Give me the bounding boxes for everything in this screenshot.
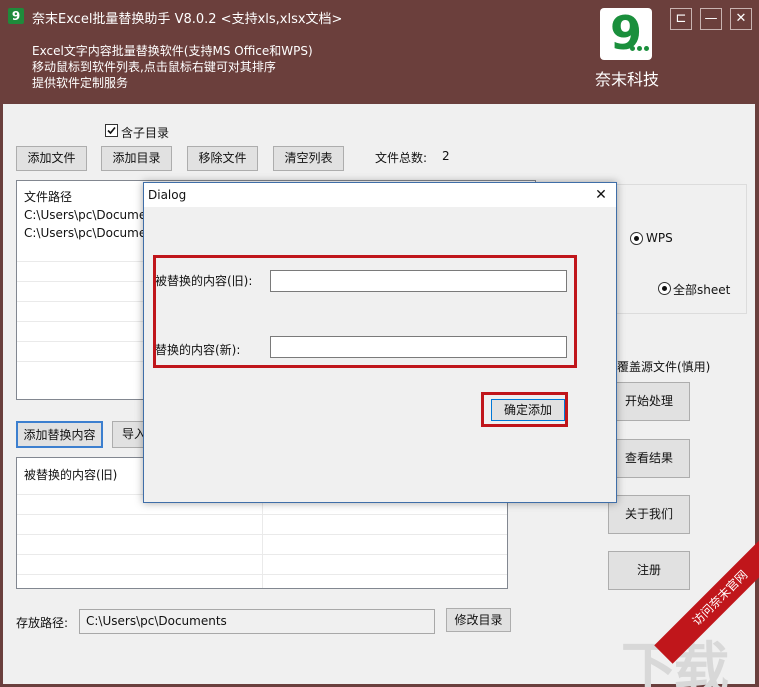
description-line-1: Excel文字内容批量替换软件(支持MS Office和WPS) xyxy=(32,44,313,58)
about-us-button[interactable]: 关于我们 xyxy=(608,495,690,534)
view-results-button[interactable]: 查看结果 xyxy=(608,439,690,478)
clear-list-button[interactable]: 清空列表 xyxy=(273,146,344,171)
add-file-button[interactable]: 添加文件 xyxy=(16,146,87,171)
file-list-row[interactable]: C:\Users\pc\Documen xyxy=(24,208,154,222)
file-total-value: 2 xyxy=(442,149,450,163)
overwrite-source-label[interactable]: 覆盖源文件(慎用) xyxy=(617,358,710,375)
dialog-title-bar: Dialog ✕ xyxy=(144,183,616,207)
all-sheet-radio-label: 全部sheet xyxy=(673,283,731,297)
file-list-row[interactable]: C:\Users\pc\Documen xyxy=(24,226,154,240)
close-icon: ✕ xyxy=(735,11,747,26)
logo-dot-1 xyxy=(630,46,635,51)
register-button[interactable]: 注册 xyxy=(608,551,690,590)
file-total-label: 文件总数: xyxy=(375,151,428,165)
highlight-box xyxy=(153,255,577,368)
brand-logo: 9 xyxy=(600,8,652,60)
app-icon: 9 xyxy=(8,8,24,24)
add-replace-content-button[interactable]: 添加替换内容 xyxy=(16,421,103,448)
close-icon: ✕ xyxy=(595,187,607,203)
radio-dot-icon xyxy=(662,286,667,291)
window-title: 奈末Excel批量替换助手 V8.0.2 <支持xls,xlsx文档> xyxy=(32,12,343,27)
all-sheet-radio[interactable] xyxy=(658,282,671,295)
radio-dot-icon xyxy=(634,236,639,241)
add-replace-dialog: Dialog ✕ 被替换的内容(旧): 替换的内容(新): 确定添加 xyxy=(143,182,617,503)
logo-dot-3 xyxy=(644,46,649,51)
description-line-2: 移动鼠标到软件列表,点击鼠标右键可对其排序 xyxy=(32,60,276,74)
grid-line xyxy=(17,514,507,515)
replace-list-header: 被替换的内容(旧) xyxy=(24,468,118,482)
checkmark-icon xyxy=(107,126,116,135)
remove-file-button[interactable]: 移除文件 xyxy=(187,146,258,171)
logo-dot-2 xyxy=(637,46,642,51)
minimize-icon: — xyxy=(704,11,718,26)
wps-radio-label: WPS xyxy=(646,231,673,245)
grid-line xyxy=(17,574,507,575)
title-bar: 9 奈末Excel批量替换助手 V8.0.2 <支持xls,xlsx文档> Ex… xyxy=(0,0,759,103)
wps-radio[interactable] xyxy=(630,232,643,245)
description-line-3: 提供软件定制服务 xyxy=(32,76,129,90)
dialog-title: Dialog xyxy=(148,188,187,202)
close-button[interactable]: ✕ xyxy=(730,8,752,30)
output-path-label: 存放路径: xyxy=(16,616,69,630)
add-directory-button[interactable]: 添加目录 xyxy=(101,146,172,171)
pin-button[interactable]: ⊏ xyxy=(670,8,692,30)
change-directory-button[interactable]: 修改目录 xyxy=(446,608,511,632)
pin-icon: ⊏ xyxy=(675,11,687,26)
dialog-close-button[interactable]: ✕ xyxy=(590,185,612,205)
output-path-field: C:\Users\pc\Documents xyxy=(79,609,435,634)
start-processing-button[interactable]: 开始处理 xyxy=(608,382,690,421)
grid-line xyxy=(17,554,507,555)
grid-line xyxy=(17,534,507,535)
highlight-box xyxy=(481,392,568,427)
brand-name: 奈末科技 xyxy=(595,70,660,89)
minimize-button[interactable]: — xyxy=(700,8,722,30)
include-subdirs-checkbox[interactable] xyxy=(105,124,118,137)
include-subdirs-label: 含子目录 xyxy=(121,126,170,140)
file-list-header: 文件路径 xyxy=(24,190,73,204)
